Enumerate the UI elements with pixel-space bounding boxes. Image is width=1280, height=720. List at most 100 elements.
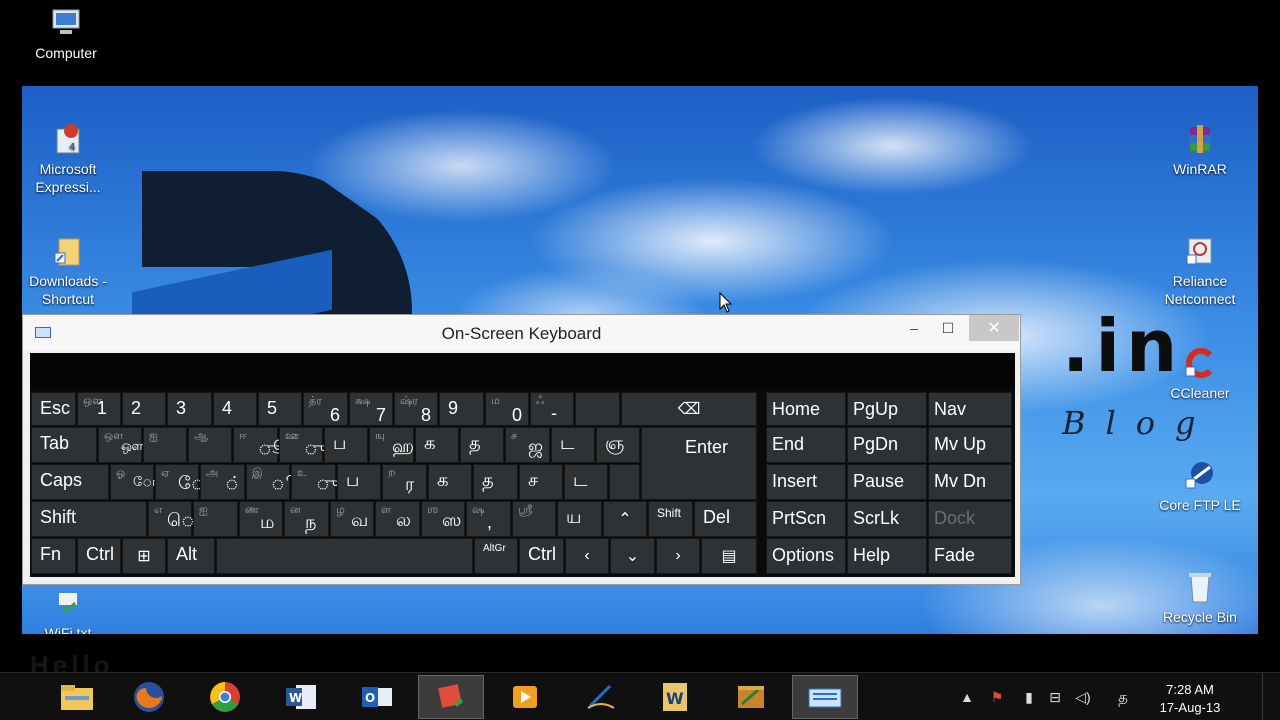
key-quote[interactable]: ட	[564, 464, 608, 500]
key-alt[interactable]: Alt	[167, 538, 215, 574]
key-left-bracket[interactable]: ட	[551, 427, 595, 463]
key-e[interactable]: ஆ	[188, 427, 232, 463]
action-center-flag-icon[interactable]: ⚑	[988, 689, 1006, 707]
key-up[interactable]: ⌃	[603, 501, 647, 537]
key-t[interactable]: ஊு	[279, 427, 327, 463]
key-esc[interactable]: Esc	[31, 392, 76, 426]
key-z[interactable]: எெ	[148, 501, 195, 537]
key-m[interactable]: ஶஸ	[421, 501, 465, 537]
key-a[interactable]: ஓோ	[110, 464, 159, 500]
taskbar-winrar[interactable]	[718, 675, 784, 719]
key-help[interactable]: Help	[847, 538, 927, 574]
key-u[interactable]: ஙு ஹ	[369, 427, 414, 463]
key-fn[interactable]: Fn	[31, 538, 76, 574]
show-desktop-button[interactable]	[1262, 673, 1280, 720]
key-del[interactable]: Del	[694, 501, 757, 537]
desktop-icon-wifi[interactable]: WiFi.txt	[22, 586, 114, 634]
taskbar-word[interactable]: W	[268, 675, 334, 719]
key-g[interactable]: உு	[291, 464, 339, 500]
key-menu[interactable]: ▤	[701, 538, 757, 574]
tray-overflow-chevron-icon[interactable]: ▲	[958, 689, 976, 707]
taskbar-file-explorer[interactable]	[44, 675, 110, 719]
desktop-icon-ms-expression[interactable]: 4 Microsoft Expressi...	[22, 122, 114, 196]
key-ctrl-right[interactable]: Ctrl	[519, 538, 564, 574]
taskbar-firefox[interactable]	[116, 675, 182, 719]
key-backslash[interactable]	[609, 464, 640, 500]
taskbar-on-screen-keyboard[interactable]	[792, 675, 858, 719]
key-6[interactable]: த்ர 6	[303, 392, 348, 426]
key-j[interactable]: றர	[382, 464, 427, 500]
desktop-icon-reliance[interactable]: Reliance Netconnect	[1154, 234, 1246, 308]
key-v[interactable]: னந	[284, 501, 329, 537]
key-space[interactable]	[216, 538, 473, 574]
key-i[interactable]: க	[415, 427, 459, 463]
key-mv-up[interactable]: Mv Up	[928, 427, 1012, 463]
volume-icon[interactable]: ◁)	[1074, 689, 1092, 707]
osk-title-bar[interactable]: On-Screen Keyboard – ☐ ✕	[23, 315, 1020, 351]
key-w[interactable]: ஐ	[143, 427, 187, 463]
key-windows[interactable]: ⊞	[122, 538, 166, 574]
key-q[interactable]: ஒள ஔ	[98, 427, 143, 463]
key-backspace[interactable]: ⌫	[621, 392, 757, 426]
key-s[interactable]: ஏே	[155, 464, 205, 500]
taskbar-outlook[interactable]: O	[344, 675, 410, 719]
key-h[interactable]: ப	[337, 464, 381, 500]
key-prtscn[interactable]: PrtScn	[766, 501, 846, 537]
key-end[interactable]: End	[766, 427, 846, 463]
desktop-icon-winrar[interactable]: WinRAR	[1154, 122, 1246, 178]
key-tab[interactable]: Tab	[31, 427, 97, 463]
key-shift-right[interactable]: Shift	[648, 501, 693, 537]
key-mv-dn[interactable]: Mv Dn	[928, 464, 1012, 500]
key-c[interactable]: ணம	[239, 501, 283, 537]
key-f[interactable]: இி	[246, 464, 296, 500]
taskbar-expression-design[interactable]	[568, 675, 634, 719]
key-l[interactable]: த	[473, 464, 518, 500]
key-semicolon[interactable]: ச	[519, 464, 563, 500]
key-minus[interactable]: ஃ-	[530, 392, 574, 426]
key-caps[interactable]: Caps	[31, 464, 109, 500]
key-2[interactable]: 2	[122, 392, 166, 426]
key-options[interactable]: Options	[766, 538, 846, 574]
key-0[interactable]: ம0	[485, 392, 529, 426]
key-d[interactable]: அ்	[200, 464, 245, 500]
key-scrlk[interactable]: ScrLk	[847, 501, 927, 537]
key-5[interactable]: 5	[258, 392, 302, 426]
key-n[interactable]: ளல	[375, 501, 420, 537]
desktop-icon-coreftp[interactable]: Core FTP LE	[1154, 458, 1246, 514]
key-nav[interactable]: Nav	[928, 392, 1012, 426]
key-ctrl-left[interactable]: Ctrl	[77, 538, 121, 574]
taskbar-chrome[interactable]	[192, 675, 258, 719]
key-y[interactable]: ப	[324, 427, 368, 463]
minimize-button[interactable]: –	[897, 315, 931, 341]
key-o[interactable]: த	[460, 427, 504, 463]
key-period[interactable]: ஸ்ரீ	[512, 501, 556, 537]
taskbar-media-player[interactable]	[492, 675, 558, 719]
key-4[interactable]: 4	[213, 392, 257, 426]
key-left[interactable]: ‹	[565, 538, 609, 574]
taskbar-word-2[interactable]: W	[642, 675, 708, 719]
key-right[interactable]: ›	[656, 538, 700, 574]
battery-icon[interactable]: ▮	[1020, 689, 1038, 707]
desktop-icon-ccleaner[interactable]: CCleaner	[1154, 346, 1246, 402]
desktop-icon-recycle-bin[interactable]: Recycle Bin	[1154, 570, 1246, 626]
key-insert[interactable]: Insert	[766, 464, 846, 500]
key-down[interactable]: ⌄	[610, 538, 655, 574]
network-icon[interactable]: ⊟	[1046, 689, 1064, 707]
key-8[interactable]: ஷ்ர 8	[394, 392, 438, 426]
key-7[interactable]: க்ஷ 7	[349, 392, 393, 426]
desktop-icon-downloads[interactable]: Downloads - Shortcut	[22, 234, 114, 308]
key-comma[interactable]: ஷ,	[466, 501, 511, 537]
key-right-bracket[interactable]: ஞ	[596, 427, 640, 463]
key-pause[interactable]: Pause	[847, 464, 927, 500]
maximize-button[interactable]: ☐	[931, 315, 965, 341]
key-equals[interactable]	[575, 392, 620, 426]
key-k[interactable]: க	[428, 464, 472, 500]
input-language-indicator[interactable]: த	[1114, 689, 1132, 707]
key-9[interactable]: 9	[439, 392, 484, 426]
key-r[interactable]: ஈூ	[233, 427, 285, 463]
key-3[interactable]: 3	[167, 392, 212, 426]
key-b[interactable]: ழவ	[330, 501, 374, 537]
key-shift-left[interactable]: Shift	[31, 501, 147, 537]
key-1[interactable]: ஒள 1	[77, 392, 121, 426]
key-enter[interactable]: Enter	[641, 427, 757, 500]
